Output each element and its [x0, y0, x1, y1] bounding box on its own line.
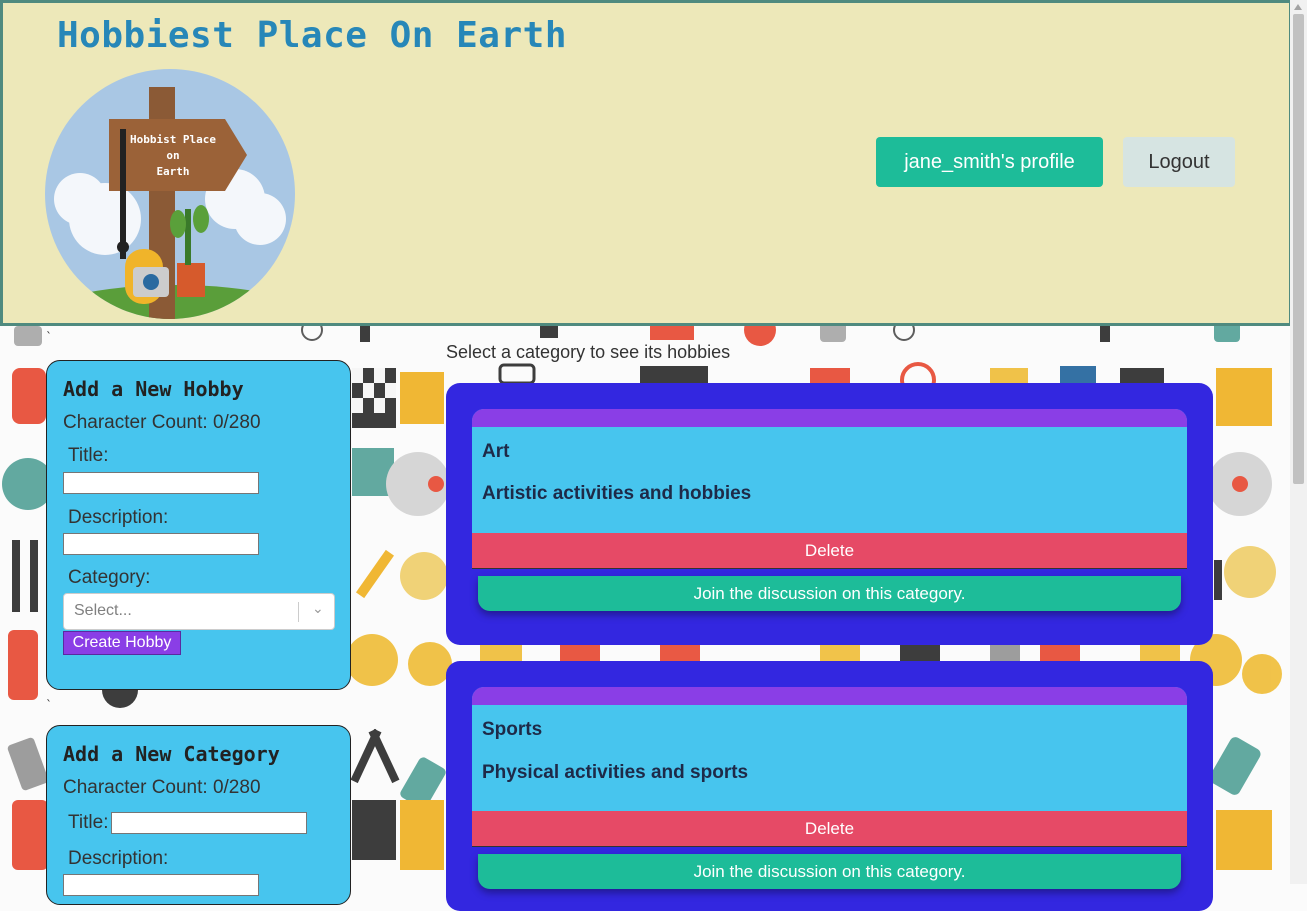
logo-text-line1: Hobbist Place	[130, 133, 216, 146]
add-category-heading: Add a New Category	[63, 742, 280, 766]
category-title-label: Title:	[68, 812, 109, 833]
create-hobby-button[interactable]: Create Hobby	[63, 631, 181, 655]
category-description: Artistic activities and hobbies	[482, 483, 752, 504]
category-description-input[interactable]	[63, 874, 259, 896]
site-logo: Hobbist Place on Earth	[45, 69, 295, 319]
category-name: Art	[482, 441, 510, 462]
add-hobby-heading: Add a New Hobby	[63, 377, 244, 401]
hobby-title-label: Title:	[68, 445, 109, 466]
page-scrollbar[interactable]	[1290, 0, 1307, 884]
category-description: Physical activities and sports	[482, 762, 749, 783]
category-name: Sports	[482, 719, 543, 740]
profile-button[interactable]: jane_smith's profile	[876, 137, 1103, 187]
category-char-count: Character Count: 0/280	[63, 777, 261, 798]
add-category-form: Add a New Category Character Count: 0/28…	[46, 725, 351, 905]
equalizer-icon	[12, 540, 20, 612]
site-header: Hobbiest Place On Earth Hobbist Place on…	[0, 0, 1292, 326]
hobby-description-label: Description:	[68, 507, 169, 528]
category-description-label: Description:	[68, 848, 169, 869]
chevron-down-icon[interactable]: ⌄	[312, 601, 324, 617]
site-title: Hobbiest Place On Earth	[57, 15, 567, 56]
hobby-category-label: Category:	[68, 567, 151, 588]
hobby-category-select[interactable]: Select... ⌄	[63, 593, 335, 630]
category-card-top-bar	[472, 687, 1187, 705]
puzzle-icon	[400, 372, 444, 424]
stray-mark: `	[46, 330, 52, 344]
palette-icon	[400, 552, 448, 600]
category-title-input[interactable]	[111, 812, 307, 834]
select-separator	[298, 602, 299, 622]
category-prompt: Select a category to see its hobbies	[446, 342, 731, 362]
delete-category-button[interactable]: Delete	[472, 533, 1187, 569]
category-card-top-bar	[472, 409, 1187, 427]
category-frame: Art Artistic activities and hobbies Dele…	[446, 383, 1213, 645]
logo-text-line2: on	[166, 149, 179, 162]
hobby-char-count: Character Count: 0/280	[63, 412, 261, 433]
category-frame: Sports Physical activities and sports De…	[446, 661, 1213, 911]
category-card[interactable]: Sports Physical activities and sports De…	[472, 687, 1187, 889]
stray-mark: `	[46, 698, 52, 712]
category-card[interactable]: Art Artistic activities and hobbies Dele…	[472, 409, 1187, 611]
camera-icon	[8, 630, 38, 700]
hobby-title-input[interactable]	[63, 472, 259, 494]
stopwatch-icon	[346, 634, 398, 686]
logo-text-line3: Earth	[156, 165, 189, 178]
logout-button[interactable]: Logout	[1123, 137, 1235, 187]
dumbbell-icon	[7, 737, 49, 791]
hobby-description-input[interactable]	[63, 533, 259, 555]
trowel-icon	[355, 549, 395, 599]
join-discussion-button[interactable]: Join the discussion on this category.	[478, 576, 1181, 611]
category-select-placeholder: Select...	[74, 602, 132, 619]
radio-icon	[12, 368, 46, 424]
add-hobby-form: Add a New Hobby Character Count: 0/280 T…	[46, 360, 351, 690]
scroll-up-arrow-icon[interactable]	[1294, 4, 1302, 10]
delete-category-button[interactable]: Delete	[472, 811, 1187, 847]
scroll-thumb[interactable]	[1293, 14, 1304, 484]
